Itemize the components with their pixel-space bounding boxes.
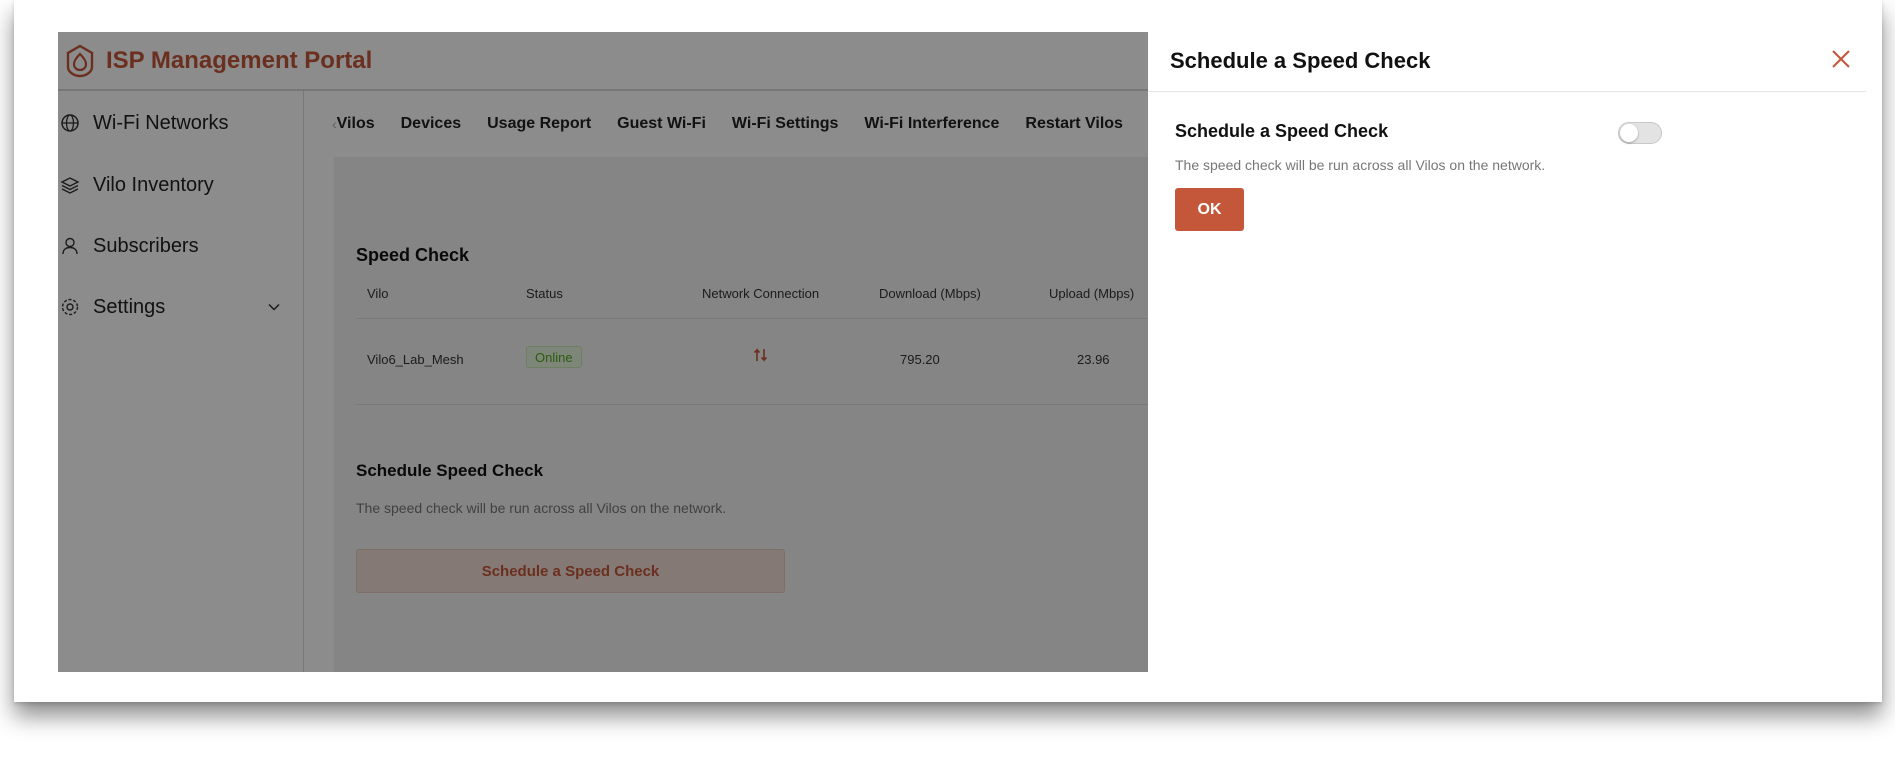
toggle-label: Schedule a Speed Check [1175, 121, 1389, 141]
toggle-knob [1620, 124, 1638, 142]
drawer-header: Schedule a Speed Check [1148, 32, 1866, 92]
schedule-toggle[interactable] [1618, 122, 1662, 144]
drawer-title: Schedule a Speed Check [1170, 48, 1431, 73]
drawer-description: The speed check will be run across all V… [1175, 157, 1546, 173]
app-window: ISP Management Portal Wi-Fi Networks Vil… [14, 0, 1882, 702]
ok-button[interactable]: OK [1175, 188, 1244, 231]
modal-backdrop[interactable] [58, 32, 1148, 672]
close-icon[interactable] [1828, 46, 1854, 72]
main-app: ISP Management Portal Wi-Fi Networks Vil… [58, 32, 1148, 672]
schedule-drawer: Schedule a Speed Check Schedule a Speed … [1148, 32, 1866, 672]
